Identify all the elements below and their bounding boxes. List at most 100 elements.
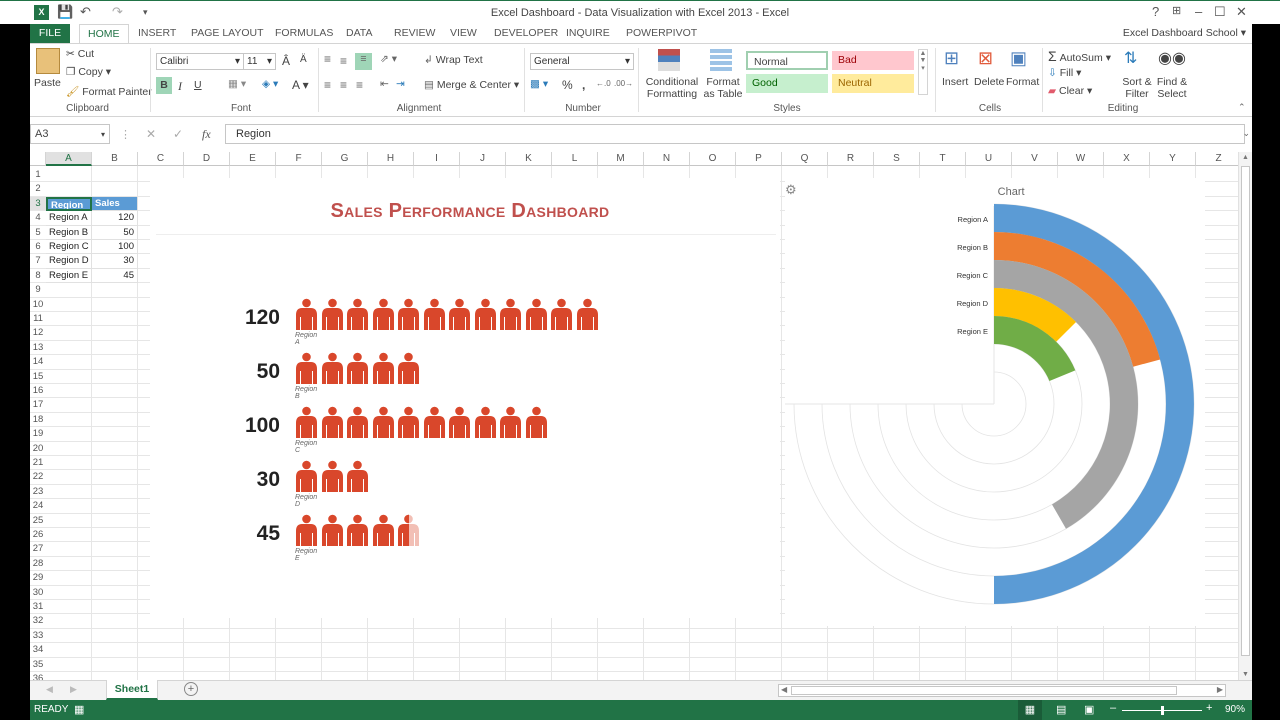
top-align-icon[interactable]: ≡	[324, 52, 331, 66]
row-header-13[interactable]: 13	[30, 341, 46, 356]
column-header-E[interactable]: E	[230, 152, 276, 166]
style-neutral[interactable]: Neutral	[832, 74, 914, 93]
format-as-table-button[interactable]: Format as Table	[700, 76, 746, 100]
normal-view-icon[interactable]: ▦	[1018, 700, 1042, 720]
tab-developer[interactable]: DEVELOPER	[486, 24, 566, 44]
row-header-35[interactable]: 35	[30, 658, 46, 672]
zoom-slider-thumb[interactable]	[1161, 706, 1164, 715]
tab-page-layout[interactable]: PAGE LAYOUT	[183, 24, 272, 44]
zoom-slider[interactable]	[1122, 706, 1202, 715]
row-header-19[interactable]: 19	[30, 427, 46, 442]
table-cell-sales[interactable]: 30	[92, 254, 138, 269]
column-header-G[interactable]: G	[322, 152, 368, 166]
accounting-format-icon[interactable]: ▩ ▾	[530, 78, 548, 90]
sort-filter-button[interactable]: Sort & Filter	[1120, 76, 1154, 100]
row-header-34[interactable]: 34	[30, 643, 46, 658]
orientation-icon[interactable]: ⇗ ▾	[380, 53, 397, 65]
align-center-icon[interactable]: ≡	[340, 78, 347, 92]
maximize-icon[interactable]: ☐	[1214, 4, 1226, 20]
table-cell-region[interactable]: Region B	[46, 225, 92, 240]
decrease-decimal-icon[interactable]: .00→	[614, 79, 633, 88]
column-header-Q[interactable]: Q	[782, 152, 828, 166]
column-header-W[interactable]: W	[1058, 152, 1104, 166]
column-header-D[interactable]: D	[184, 152, 230, 166]
merge-center-button[interactable]: ▤ Merge & Center ▾	[424, 79, 519, 91]
autosum-button[interactable]: Σ AutoSum ▾	[1048, 48, 1111, 64]
row-header-10[interactable]: 10	[30, 298, 46, 312]
scroll-right-icon[interactable]: ▶	[1217, 685, 1223, 694]
copy-button[interactable]: ❐ Copy ▾	[66, 66, 111, 78]
column-header-H[interactable]: H	[368, 152, 414, 166]
tab-powerpivot[interactable]: POWERPIVOT	[618, 24, 705, 44]
column-header-A[interactable]: A	[46, 152, 92, 166]
conditional-formatting-button[interactable]: Conditional Formatting	[644, 76, 700, 100]
fill-button[interactable]: ⇩ Fill ▾	[1048, 67, 1081, 79]
row-header-29[interactable]: 29	[30, 571, 46, 586]
column-header-N[interactable]: N	[644, 152, 690, 166]
scroll-down-icon[interactable]: ▼	[1242, 671, 1249, 678]
table-header-region[interactable]: Region	[46, 196, 92, 212]
underline-button[interactable]: U	[194, 79, 202, 91]
row-header-20[interactable]: 20	[30, 442, 46, 456]
select-all-corner[interactable]	[30, 152, 46, 166]
row-header-9[interactable]: 9	[30, 283, 46, 298]
fill-color-icon[interactable]: ◈ ▾	[262, 78, 278, 90]
table-cell-region[interactable]: Region A	[46, 211, 92, 226]
prev-sheet-icon[interactable]: ◀	[46, 684, 53, 695]
column-header-J[interactable]: J	[460, 152, 506, 166]
column-header-P[interactable]: P	[736, 152, 782, 166]
column-header-U[interactable]: U	[966, 152, 1012, 166]
row-header-6[interactable]: 6	[30, 240, 46, 255]
italic-button[interactable]: I	[178, 79, 182, 94]
tab-data[interactable]: DATA	[338, 24, 380, 44]
row-header-22[interactable]: 22	[30, 470, 46, 485]
table-cell-region[interactable]: Region E	[46, 268, 92, 284]
next-sheet-icon[interactable]: ▶	[70, 684, 77, 695]
row-header-21[interactable]: 21	[30, 456, 46, 471]
delete-button[interactable]: Delete	[974, 76, 1004, 88]
tab-file[interactable]: FILE	[30, 24, 70, 44]
style-bad[interactable]: Bad	[832, 51, 914, 70]
column-header-O[interactable]: O	[690, 152, 736, 166]
row-header-11[interactable]: 11	[30, 312, 46, 327]
column-header-K[interactable]: K	[506, 152, 552, 166]
close-icon[interactable]: ✕	[1236, 4, 1247, 20]
tab-formulas[interactable]: FORMULAS	[267, 24, 341, 44]
confirm-entry-icon[interactable]: ✓	[173, 127, 183, 141]
row-header-30[interactable]: 30	[30, 586, 46, 600]
borders-icon[interactable]: ▦ ▾	[228, 78, 246, 90]
page-break-view-icon[interactable]: ▣	[1084, 703, 1094, 716]
row-header-5[interactable]: 5	[30, 226, 46, 240]
insert-button[interactable]: Insert	[942, 76, 968, 88]
find-select-button[interactable]: Find & Select	[1154, 76, 1190, 100]
tab-review[interactable]: REVIEW	[386, 24, 443, 44]
column-header-R[interactable]: R	[828, 152, 874, 166]
column-header-M[interactable]: M	[598, 152, 644, 166]
format-painter-button[interactable]: 🖌 Format Painter	[66, 85, 152, 98]
row-header-3[interactable]: 3	[30, 196, 46, 212]
paste-icon[interactable]	[36, 48, 60, 74]
column-header-Y[interactable]: Y	[1150, 152, 1196, 166]
cut-button[interactable]: ✂ Cut	[66, 48, 94, 60]
row-header-26[interactable]: 26	[30, 528, 46, 543]
column-header-I[interactable]: I	[414, 152, 460, 166]
name-box[interactable]: A3 ▾	[30, 124, 110, 144]
row-header-24[interactable]: 24	[30, 499, 46, 514]
table-header-sales[interactable]: Sales	[92, 196, 138, 212]
zoom-in-icon[interactable]: +	[1206, 702, 1212, 714]
row-header-1[interactable]: 1	[30, 168, 46, 183]
column-header-F[interactable]: F	[276, 152, 322, 166]
row-header-15[interactable]: 15	[30, 370, 46, 384]
align-left-icon[interactable]: ≡	[324, 78, 331, 92]
row-header-2[interactable]: 2	[30, 182, 46, 197]
scroll-thumb-v[interactable]	[1241, 166, 1250, 656]
macro-record-icon[interactable]: ▦	[74, 703, 84, 716]
decrease-indent-icon[interactable]: ⇤	[380, 78, 389, 90]
row-header-27[interactable]: 27	[30, 542, 46, 557]
expand-formula-icon[interactable]: ⌄	[1242, 128, 1250, 139]
column-header-X[interactable]: X	[1104, 152, 1150, 166]
increase-indent-icon[interactable]: ⇥	[396, 78, 405, 90]
middle-align-icon[interactable]: ≡	[340, 54, 347, 68]
row-header-7[interactable]: 7	[30, 254, 46, 269]
column-header-Z[interactable]: Z	[1196, 152, 1242, 166]
